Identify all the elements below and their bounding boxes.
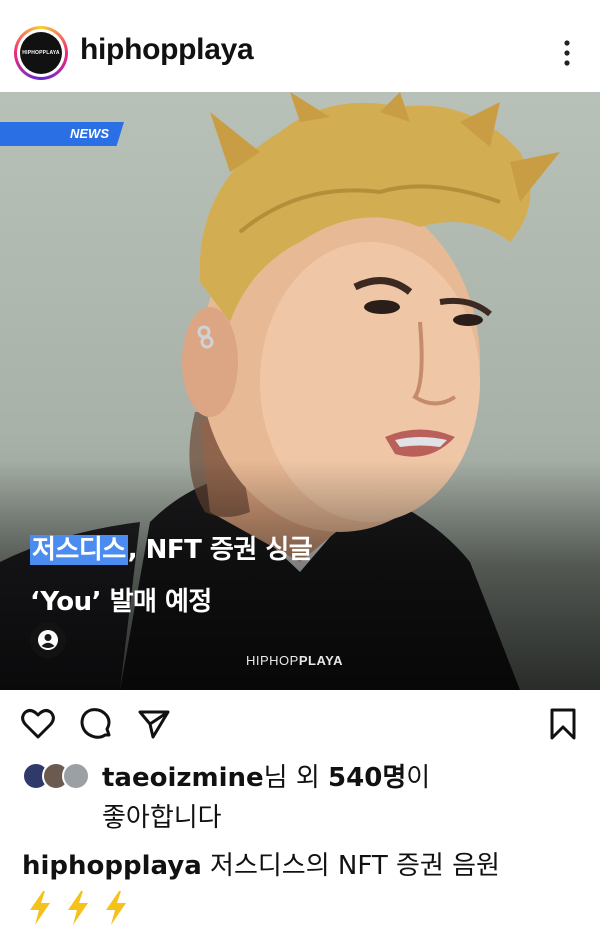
avatar-logo: HIPHOPPLAYA [20, 32, 62, 74]
brand-watermark: HIPHOPPLAYA [246, 653, 343, 668]
avatar-logo-text: HIPHOPPLAYA [22, 50, 60, 56]
user-tag-icon[interactable] [30, 622, 66, 658]
post-header: HIPHOPPLAYA hiphopplaya [0, 0, 600, 92]
header-username[interactable]: hiphopplaya [80, 33, 254, 67]
post-headline: 저스디스, NFT 증권 싱글 ‘You’ 발매 예정 [30, 524, 570, 628]
likes-suffix-2: 이 [406, 763, 431, 793]
comment-icon[interactable] [78, 706, 114, 742]
liker-avatar-3 [62, 762, 90, 790]
caption-emoji-row [26, 890, 130, 926]
caption-text: 저스디스의 NFT 증권 음원 [201, 851, 500, 881]
headline-line-1: 저스디스, NFT 증권 싱글 [30, 524, 570, 576]
likes-suffix-1: 님 외 [263, 763, 329, 793]
likes-line-1: taeoizmine님 외 540명이 [102, 758, 572, 798]
profile-avatar[interactable]: HIPHOPPLAYA [14, 26, 68, 80]
headline-highlight: 저스디스 [30, 535, 128, 565]
liker-avatars[interactable] [22, 762, 94, 790]
likes-line-2: 좋아합니다 [102, 803, 222, 833]
watermark-light: HIPHOP [246, 653, 299, 668]
heart-icon[interactable] [20, 706, 56, 742]
lightning-icon [68, 891, 88, 925]
liker-username[interactable]: taeoizmine [102, 763, 264, 793]
share-icon[interactable] [136, 706, 172, 742]
caption-username[interactable]: hiphopplaya [22, 851, 202, 881]
post-caption: hiphopplaya 저스디스의 NFT 증권 음원 [22, 844, 592, 888]
watermark-bold: PLAYA [298, 653, 344, 668]
lightning-icon [30, 891, 50, 925]
likes-count[interactable]: 540명 [328, 763, 406, 793]
lightning-icon [106, 891, 126, 925]
action-bar [0, 690, 600, 756]
headline-line-1-rest: , NFT 증권 싱글 [127, 535, 313, 565]
news-badge-label: NEWS [70, 126, 109, 141]
news-badge: NEWS [0, 122, 124, 146]
headline-line-2: ‘You’ 발매 예정 [30, 587, 212, 617]
bookmark-icon[interactable] [545, 706, 581, 742]
avatar-inner: HIPHOPPLAYA [17, 29, 65, 77]
likes-text[interactable]: taeoizmine님 외 540명이 [102, 758, 572, 798]
more-options-icon[interactable] [552, 38, 582, 68]
post-image[interactable]: NEWS 저스디스, NFT 증권 싱글 ‘You’ 발매 예정 HIPHOPP… [0, 92, 600, 690]
